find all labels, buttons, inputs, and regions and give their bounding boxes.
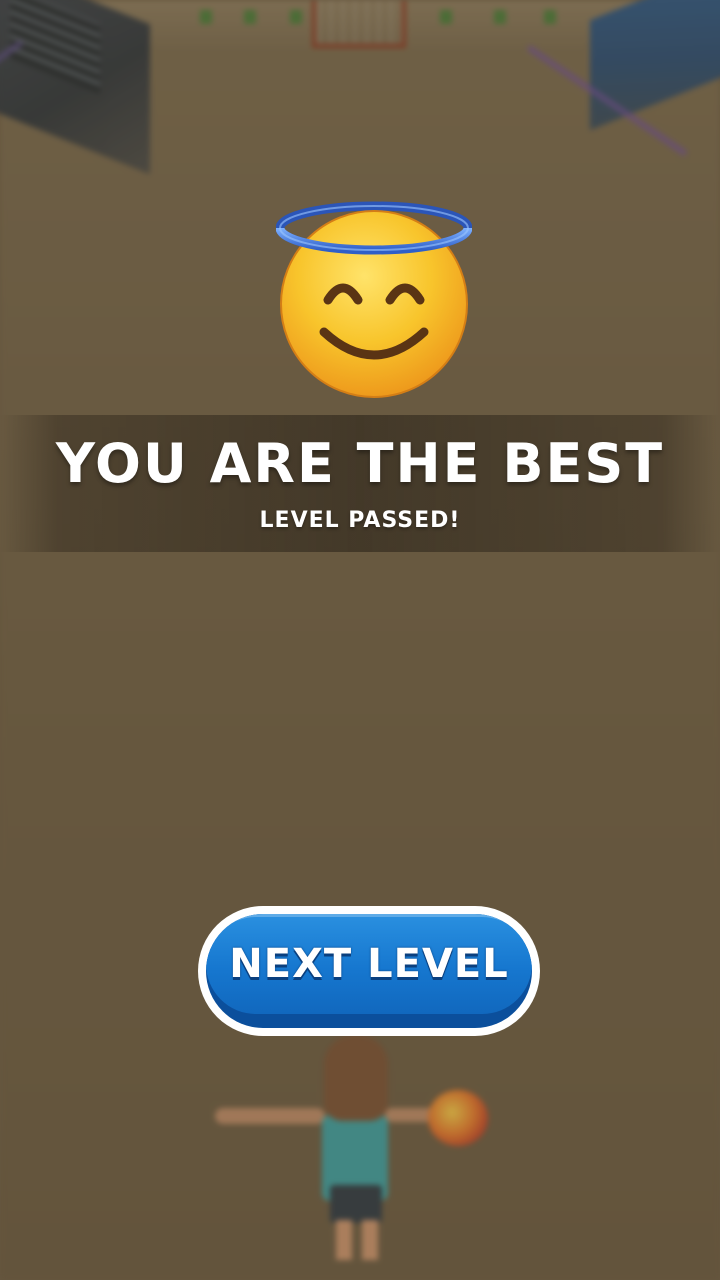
- dim-overlay: [0, 0, 720, 1280]
- result-title: YOU ARE THE BEST: [55, 432, 665, 495]
- level-complete-screen: YOU ARE THE BEST LEVEL PASSED! NEXT LEVE…: [0, 0, 720, 1280]
- result-subtitle: LEVEL PASSED!: [259, 508, 461, 533]
- next-level-button[interactable]: NEXT LEVEL: [198, 906, 540, 1036]
- smiling-face-with-halo-icon: [276, 201, 472, 398]
- next-level-button-body[interactable]: NEXT LEVEL: [206, 914, 532, 1028]
- next-level-button-label[interactable]: NEXT LEVEL: [206, 914, 532, 1014]
